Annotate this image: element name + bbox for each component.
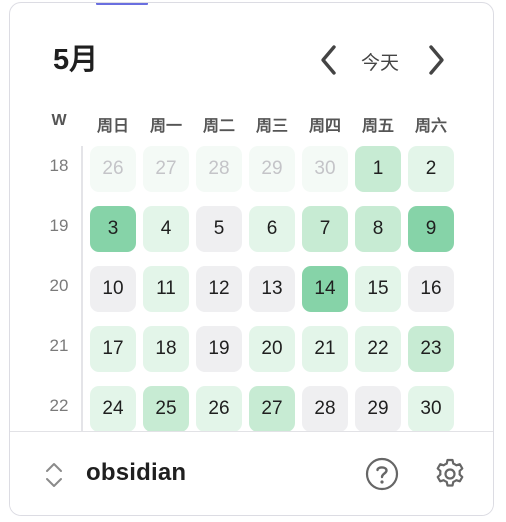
next-month-button[interactable]	[423, 43, 449, 77]
today-button[interactable]: 今天	[361, 48, 399, 75]
week-column-header: W	[51, 112, 67, 129]
calendar-day[interactable]: 21	[302, 326, 348, 372]
calendar-day[interactable]: 27	[249, 386, 295, 432]
calendar-day[interactable]: 8	[355, 206, 401, 252]
calendar-day[interactable]: 26	[196, 386, 242, 432]
weekday-header: 周三	[255, 118, 288, 135]
calendar-day[interactable]: 2	[408, 146, 454, 192]
weekday-header: 周二	[202, 118, 235, 135]
calendar-day[interactable]: 24	[90, 386, 136, 432]
calendar-day[interactable]: 29	[355, 386, 401, 432]
week-column-divider	[81, 146, 83, 436]
calendar-day[interactable]: 10	[90, 266, 136, 312]
week-number[interactable]: 19	[39, 216, 79, 236]
calendar-day[interactable]: 5	[196, 206, 242, 252]
weekday-header: 周四	[308, 118, 341, 135]
calendar-day[interactable]: 3	[90, 206, 136, 252]
week-number[interactable]: 21	[39, 336, 79, 356]
active-tab-indicator	[96, 3, 148, 5]
weekday-header: 周日	[96, 118, 129, 135]
weekday-header: 周五	[361, 118, 394, 135]
calendar-day[interactable]: 1	[355, 146, 401, 192]
help-circle-icon	[365, 457, 399, 491]
chevron-updown-icon	[46, 463, 62, 487]
month-title: 5月	[53, 44, 99, 76]
calendar-day[interactable]: 20	[249, 326, 295, 372]
week-number[interactable]: 20	[39, 276, 79, 296]
calendar-day[interactable]: 11	[143, 266, 189, 312]
calendar-day[interactable]: 28	[196, 146, 242, 192]
calendar-day[interactable]: 23	[408, 326, 454, 372]
calendar-day[interactable]: 9	[408, 206, 454, 252]
calendar-day[interactable]: 30	[408, 386, 454, 432]
calendar-day[interactable]: 16	[408, 266, 454, 312]
calendar-day[interactable]: 30	[302, 146, 348, 192]
vault-switch-button[interactable]	[43, 460, 65, 495]
calendar-panel: 5月 今天 W 周日 周一 周二 周三 周四 周五 周六 18 26 27 28 29 30 1 2 19 3 4…	[9, 2, 494, 516]
week-number[interactable]: 18	[39, 156, 79, 176]
calendar-day[interactable]: 4	[143, 206, 189, 252]
calendar-day[interactable]: 7	[302, 206, 348, 252]
settings-button[interactable]	[433, 457, 467, 496]
week-number[interactable]: 22	[39, 396, 79, 416]
calendar-day[interactable]: 25	[143, 386, 189, 432]
vault-name[interactable]: obsidian	[86, 459, 186, 487]
calendar-day[interactable]: 17	[90, 326, 136, 372]
chevron-right-icon	[429, 45, 444, 75]
calendar-day[interactable]: 28	[302, 386, 348, 432]
previous-month-button[interactable]	[316, 43, 342, 77]
gear-icon	[436, 458, 464, 487]
calendar-day[interactable]: 19	[196, 326, 242, 372]
calendar-day[interactable]: 13	[249, 266, 295, 312]
calendar-day[interactable]: 15	[355, 266, 401, 312]
footer-bar	[10, 432, 493, 515]
calendar-day[interactable]: 18	[143, 326, 189, 372]
weekday-header: 周六	[414, 118, 447, 135]
calendar-day[interactable]: 22	[355, 326, 401, 372]
chevron-left-icon	[321, 45, 336, 75]
calendar-day[interactable]: 6	[249, 206, 295, 252]
weekday-header: 周一	[149, 118, 182, 135]
calendar-day[interactable]: 29	[249, 146, 295, 192]
help-button[interactable]	[365, 457, 399, 496]
calendar-day[interactable]: 27	[143, 146, 189, 192]
calendar-day[interactable]: 26	[90, 146, 136, 192]
calendar-day[interactable]: 12	[196, 266, 242, 312]
calendar-day[interactable]: 14	[302, 266, 348, 312]
